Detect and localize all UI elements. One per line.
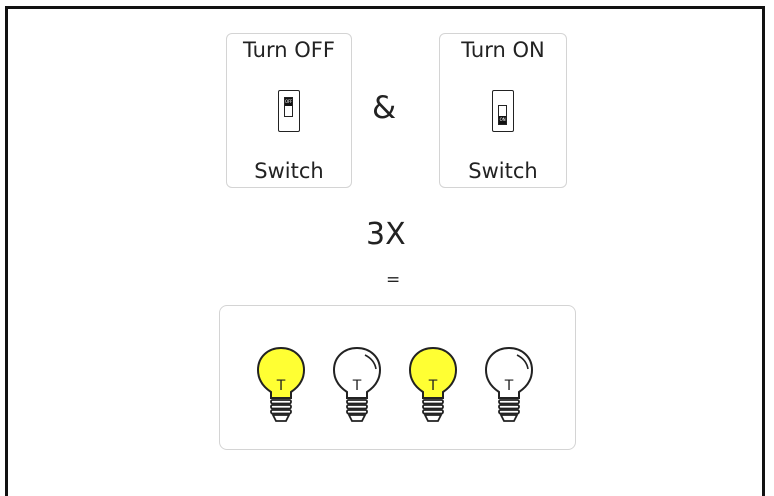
bulb-filament-label: T [276, 378, 286, 394]
light-bulb-off-icon: T [330, 346, 384, 426]
switch-on-icon: ON [492, 90, 514, 132]
bulb-filament-label: T [352, 378, 362, 394]
equals-sign: = [386, 270, 401, 290]
repeat-count: 3X [366, 217, 406, 252]
light-bulb-off-icon: T [482, 346, 536, 426]
switch-off-label: OFF [285, 98, 292, 106]
turn-on-caption: Switch [468, 159, 538, 183]
switch-off-toggle: OFF [284, 97, 293, 117]
light-bulb-on-icon: T [406, 346, 460, 426]
turn-off-title: Turn OFF [243, 38, 335, 62]
bulb-panel: TTTT [219, 305, 576, 450]
switch-on-label: ON [499, 116, 506, 124]
switch-off-icon: OFF [278, 90, 300, 132]
ampersand: & [372, 90, 397, 126]
light-bulb-on-icon: T [254, 346, 308, 426]
turn-on-card: Turn ON ON Switch [439, 33, 567, 188]
bulb-filament-label: T [428, 378, 438, 394]
turn-off-caption: Switch [254, 159, 324, 183]
turn-off-card: Turn OFF OFF Switch [226, 33, 352, 188]
turn-on-title: Turn ON [461, 38, 545, 62]
bulb-filament-label: T [504, 378, 514, 394]
switch-on-toggle: ON [498, 105, 507, 125]
